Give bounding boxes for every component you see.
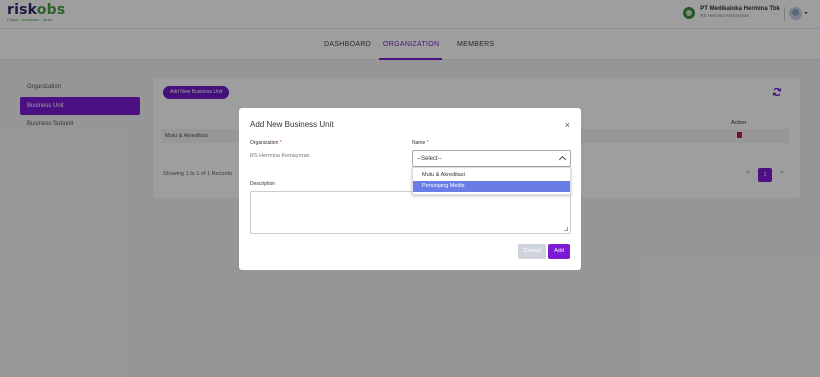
add-button[interactable]: Add (548, 244, 570, 259)
cancel-button[interactable]: Cancel (518, 244, 546, 259)
name-select-value: --Select-- (417, 155, 442, 162)
chevron-up-icon (558, 155, 567, 164)
organization-value: RS Hermina Kemayoran (250, 153, 310, 159)
description-label: Description (250, 181, 276, 187)
organization-label: Organization * (250, 140, 282, 146)
name-select[interactable]: --Select-- (412, 150, 571, 167)
name-label-text: Name (412, 140, 426, 146)
required-mark: * (279, 140, 282, 146)
close-icon[interactable]: × (565, 120, 570, 130)
name-label: Name * (412, 140, 429, 146)
description-textarea[interactable] (250, 191, 571, 234)
name-dropdown-list: Mutu & Akreditasi Penunjang Medis (412, 167, 571, 195)
dropdown-option-penunjang-medis[interactable]: Penunjang Medis (413, 181, 570, 192)
modal-title: Add New Business Unit (250, 120, 334, 129)
required-mark: * (426, 140, 429, 146)
organization-label-text: Organization (250, 140, 279, 146)
dropdown-option-mutu-akreditasi[interactable]: Mutu & Akreditasi (413, 170, 570, 181)
resize-handle-icon[interactable] (564, 227, 568, 231)
